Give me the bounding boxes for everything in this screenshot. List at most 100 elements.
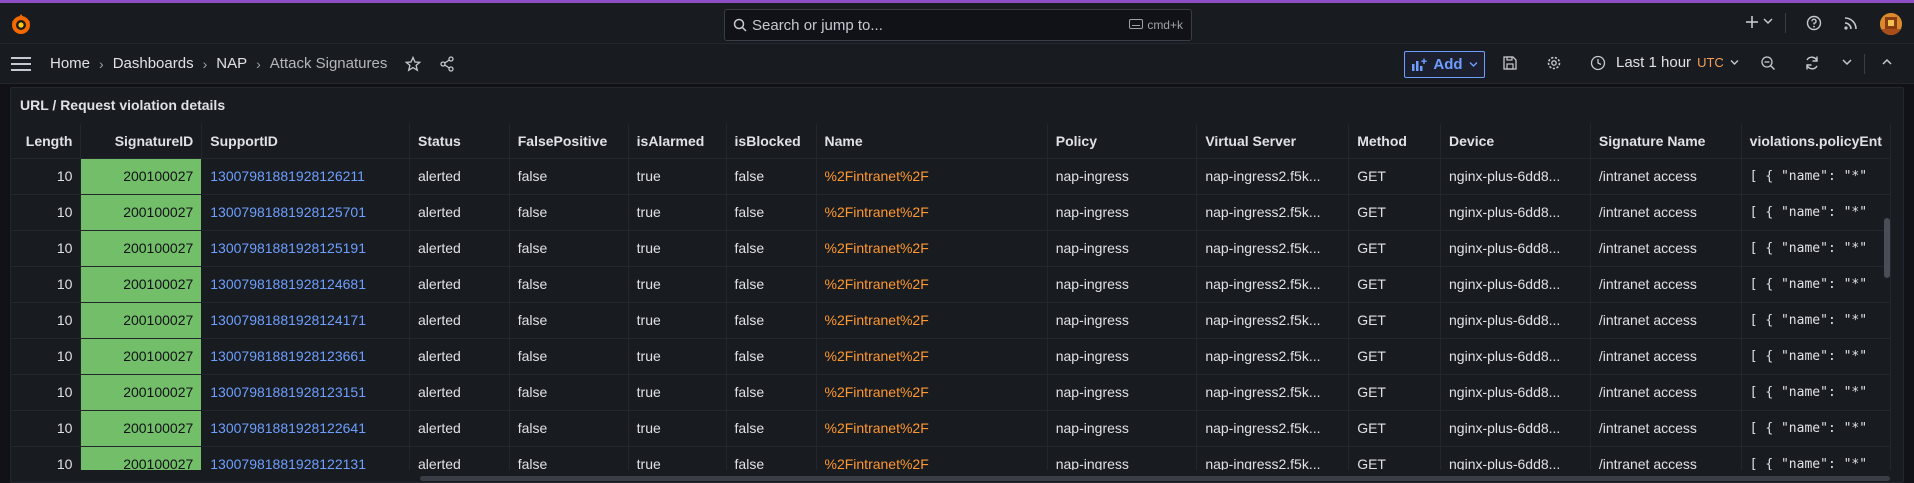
table-cell[interactable]: 13007981881928126211 [201, 157, 411, 194]
column-header[interactable]: Method [1348, 124, 1442, 158]
horizontal-scrollbar[interactable] [420, 476, 1890, 481]
table-cell: GET [1348, 373, 1442, 410]
table-cell: alerted [409, 373, 510, 410]
table-cell: [ { "name": "*" [1741, 229, 1891, 266]
table-row[interactable]: 10 200100027 13007981881928122131 alerted fa… [11, 445, 1891, 470]
gear-icon[interactable] [1546, 55, 1562, 71]
table-cell: nginx-plus-6dd8... [1440, 445, 1591, 470]
share-icon[interactable] [439, 55, 455, 72]
vertical-scrollbar[interactable] [1884, 218, 1890, 278]
refresh-icon[interactable] [1804, 55, 1820, 71]
table-cell: nap-ingress2.f5k... [1196, 301, 1350, 338]
breadcrumb-nap[interactable]: NAP [216, 55, 247, 72]
column-header[interactable]: Length [11, 124, 82, 158]
table-cell: [ { "name": "*" [1741, 409, 1891, 446]
table-row[interactable]: 10 200100027 13007981881928124171 alerted fa… [11, 301, 1891, 338]
refresh-interval-chevron-icon[interactable] [1842, 58, 1852, 66]
table-cell: 10 [11, 193, 82, 230]
chevron-down-icon[interactable] [1763, 17, 1773, 25]
column-header[interactable]: Policy [1047, 124, 1198, 158]
table-cell[interactable]: 13007981881928123661 [201, 337, 411, 374]
table-cell: false [726, 229, 817, 266]
table-cell: false [509, 373, 629, 410]
table-cell: [ { "name": "*" [1741, 445, 1891, 470]
breadcrumb-home[interactable]: Home [50, 55, 90, 72]
violations-table: Length SignatureID SupportID Status Fals… [11, 124, 1891, 470]
table-row[interactable]: 10 200100027 13007981881928123661 alerted fa… [11, 337, 1891, 374]
table-cell: [ { "name": "*" [1741, 193, 1891, 230]
table-cell: nap-ingress2.f5k... [1196, 373, 1350, 410]
table-cell: [ { "name": "*" [1741, 337, 1891, 374]
shortcut-label: cmd+k [1147, 18, 1183, 32]
breadcrumb-current: Attack Signatures [269, 55, 388, 72]
table-cell: 10 [11, 373, 82, 410]
table-cell: 10 [11, 157, 82, 194]
grafana-logo-icon[interactable] [9, 12, 33, 36]
table-cell[interactable]: 13007981881928125191 [201, 229, 411, 266]
table-cell: 200100027 [80, 193, 203, 230]
table-row[interactable]: 10 200100027 13007981881928122641 alerted fa… [11, 409, 1891, 446]
table-cell: nap-ingress2.f5k... [1196, 337, 1350, 374]
table-cell[interactable]: 13007981881928124171 [201, 301, 411, 338]
table-row[interactable]: 10 200100027 13007981881928123151 alerted fa… [11, 373, 1891, 410]
table-header-row: Length SignatureID SupportID Status Fals… [11, 124, 1891, 158]
table-cell: true [628, 301, 727, 338]
time-range-picker[interactable]: Last 1 hour UTC [1590, 54, 1739, 71]
table-cell: alerted [409, 445, 510, 470]
table-row[interactable]: 10 200100027 13007981881928124681 alerted fa… [11, 265, 1891, 302]
table-cell[interactable]: 13007981881928124681 [201, 265, 411, 302]
column-header[interactable]: isBlocked [726, 124, 817, 158]
table-cell[interactable]: 13007981881928122131 [201, 445, 411, 470]
table-cell: /intranet access [1590, 373, 1742, 410]
table-cell: true [628, 265, 727, 302]
table-cell: /intranet access [1590, 301, 1742, 338]
table-cell: 10 [11, 301, 82, 338]
chevron-up-icon[interactable] [1882, 58, 1892, 66]
keyboard-icon [1129, 18, 1144, 32]
rss-icon[interactable] [1843, 15, 1859, 31]
avatar[interactable] [1880, 13, 1902, 35]
new-plus-icon[interactable] [1745, 15, 1759, 29]
column-header[interactable]: violations.policyEnt [1741, 124, 1891, 158]
menu-icon[interactable] [11, 56, 31, 72]
column-header[interactable]: Signature Name [1590, 124, 1742, 158]
table-row[interactable]: 10 200100027 13007981881928126211 alerted fa… [11, 157, 1891, 194]
column-header[interactable]: Status [409, 124, 510, 158]
breadcrumb-separator: › [256, 55, 261, 72]
table-cell[interactable]: 13007981881928123151 [201, 373, 411, 410]
search-input[interactable]: Search or jump to... cmd+k [724, 9, 1192, 41]
table-cell: /intranet access [1590, 157, 1742, 194]
column-header[interactable]: Virtual Server [1196, 124, 1350, 158]
help-icon[interactable] [1806, 15, 1822, 31]
column-header[interactable]: isAlarmed [628, 124, 727, 158]
table-cell: alerted [409, 409, 510, 446]
column-header[interactable]: Name [816, 124, 1048, 158]
breadcrumb-dashboards[interactable]: Dashboards [113, 55, 194, 72]
zoom-out-icon[interactable] [1760, 55, 1776, 71]
table-cell: 10 [11, 229, 82, 266]
table-cell: nap-ingress2.f5k... [1196, 265, 1350, 302]
table-cell: nap-ingress2.f5k... [1196, 229, 1350, 266]
table-row[interactable]: 10 200100027 13007981881928125701 alerted fa… [11, 193, 1891, 230]
column-header[interactable]: SignatureID [80, 124, 203, 158]
save-icon[interactable] [1502, 55, 1518, 71]
table-cell: /intranet access [1590, 445, 1742, 470]
table-cell[interactable]: 13007981881928122641 [201, 409, 411, 446]
table-cell: GET [1348, 301, 1442, 338]
table-row[interactable]: 10 200100027 13007981881928125191 alerted fa… [11, 229, 1891, 266]
table-cell: nap-ingress [1047, 409, 1198, 446]
add-button[interactable]: Add [1404, 51, 1485, 78]
column-header[interactable]: Device [1440, 124, 1591, 158]
table-cell[interactable]: 13007981881928125701 [201, 193, 411, 230]
table-cell: GET [1348, 157, 1442, 194]
breadcrumb: Home › Dashboards › NAP › Attack Signatu… [50, 55, 455, 72]
table-cell: /intranet access [1590, 229, 1742, 266]
table-cell: nginx-plus-6dd8... [1440, 229, 1591, 266]
column-header[interactable]: SupportID [201, 124, 411, 158]
table-cell: alerted [409, 157, 510, 194]
table-cell: false [726, 193, 817, 230]
table-cell: nginx-plus-6dd8... [1440, 301, 1591, 338]
star-icon[interactable] [405, 55, 422, 72]
column-header[interactable]: FalsePositive [509, 124, 629, 158]
breadcrumb-separator: › [202, 55, 208, 72]
